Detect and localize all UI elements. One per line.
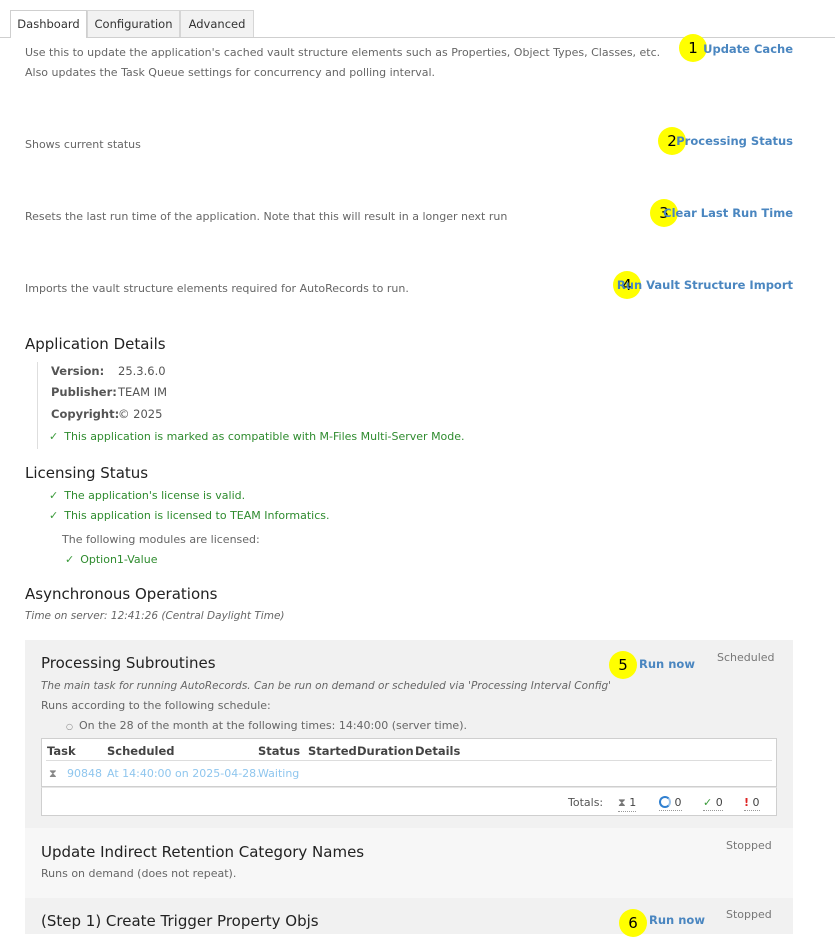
run-now-link[interactable]: Run now (649, 913, 705, 927)
operation-description: The main task for running AutoRecords. C… (41, 680, 612, 692)
failed-count[interactable]: ! 0 (744, 796, 760, 811)
completed-count-value: 0 (715, 796, 723, 809)
tab-advanced[interactable]: Advanced (180, 10, 254, 37)
module-name: Option1-Value (80, 553, 158, 566)
column-header-started[interactable]: Started (308, 744, 357, 758)
update-cache-description: Use this to update the application's cac… (25, 46, 661, 59)
task-id[interactable]: 90848 (67, 767, 102, 780)
bullet-icon: ○ (66, 722, 73, 731)
task-scheduled: At 14:40:00 on 2025-04-28. (107, 767, 260, 780)
spinner-icon (659, 796, 671, 808)
schedule-intro: Runs according to the following schedule… (41, 699, 271, 712)
column-header-details[interactable]: Details (415, 744, 460, 758)
check-icon: ✓ (703, 796, 713, 809)
totals-label: Totals: (568, 796, 604, 809)
update-cache-link[interactable]: Update Cache (703, 42, 793, 56)
compat-text: This application is marked as compatible… (64, 430, 465, 443)
operation-title: Update Indirect Retention Category Names (41, 843, 365, 861)
task-status: Waiting (258, 767, 300, 780)
license-valid-status: ✓ The application's license is valid. (49, 489, 245, 502)
tab-divider (0, 37, 835, 38)
licensed-to-text: This application is licensed to TEAM Inf… (64, 509, 330, 522)
waiting-count[interactable]: ⧗ 1 (618, 796, 637, 812)
modules-intro: The following modules are licensed: (62, 533, 260, 546)
column-header-status[interactable]: Status (258, 744, 300, 758)
copyright-label: Copyright: (51, 407, 120, 421)
failed-count-value: 0 (752, 796, 760, 809)
check-icon: ✓ (49, 430, 59, 443)
clear-last-run-description: Resets the last run time of the applicat… (25, 210, 508, 223)
waiting-count-value: 1 (629, 796, 637, 809)
operation-description: Runs on demand (does not repeat). (41, 867, 237, 880)
operation-title: Processing Subroutines (41, 654, 216, 672)
module-item: ✓ Option1-Value (65, 553, 157, 566)
publisher-value: TEAM IM (118, 385, 168, 399)
license-valid-text: The application's license is valid. (64, 489, 246, 502)
column-header-duration[interactable]: Duration (357, 744, 414, 758)
publisher-label: Publisher: (51, 385, 117, 399)
check-icon: ✓ (49, 489, 59, 502)
licensing-status-heading: Licensing Status (25, 464, 149, 482)
running-count-value: 0 (674, 796, 682, 809)
check-icon: ✓ (49, 509, 59, 522)
running-count[interactable]: 0 (659, 796, 682, 811)
annotation-badge-6: 6 (619, 909, 647, 937)
copyright-value: © 2025 (118, 407, 163, 421)
exclamation-icon: ! (744, 796, 750, 809)
table-header-divider (46, 760, 772, 761)
operation-title: (Step 1) Create Trigger Property Objs (41, 912, 319, 930)
update-cache-description-2: Also updates the Task Queue settings for… (25, 66, 436, 79)
server-time: Time on server: 12:41:26 (Central Daylig… (25, 610, 285, 622)
operation-state: Scheduled (717, 651, 775, 664)
details-divider (37, 362, 38, 449)
async-operations-heading: Asynchronous Operations (25, 585, 218, 603)
tab-configuration[interactable]: Configuration (87, 10, 180, 37)
run-vault-structure-import-link[interactable]: Run Vault Structure Import (617, 278, 793, 292)
column-header-task[interactable]: Task (47, 744, 76, 758)
run-now-link[interactable]: Run now (639, 657, 695, 671)
tab-dashboard[interactable]: Dashboard (10, 10, 87, 38)
schedule-item: ○ On the 28 of the month at the following… (66, 719, 467, 732)
processing-status-description: Shows current status (25, 138, 141, 151)
processing-status-link[interactable]: Processing Status (676, 134, 793, 148)
version-value: 25.3.6.0 (118, 364, 166, 378)
tab-bar: Dashboard Configuration Advanced (0, 0, 835, 38)
operation-panel-update-indirect (25, 828, 793, 898)
totals-bar: Totals: ⧗ 1 0 ✓ 0 ! 0 (41, 787, 777, 816)
annotation-badge-5: 5 (609, 651, 637, 679)
compat-status: ✓ This application is marked as compatibl… (49, 430, 465, 443)
hourglass-icon: ⧗ (618, 796, 626, 809)
schedule-item-text: On the 28 of the month at the following … (78, 719, 467, 732)
completed-count[interactable]: ✓ 0 (703, 796, 723, 811)
licensed-to-status: ✓ This application is licensed to TEAM In… (49, 509, 330, 522)
application-details-heading: Application Details (25, 335, 166, 353)
column-header-scheduled[interactable]: Scheduled (107, 744, 174, 758)
operation-state: Stopped (726, 908, 772, 921)
clear-last-run-time-link[interactable]: Clear Last Run Time (663, 206, 793, 220)
operation-state: Stopped (726, 839, 772, 852)
task-table: Task Scheduled Status Started Duration D… (41, 738, 777, 787)
check-icon: ✓ (65, 553, 75, 566)
hourglass-icon: ⧗ (49, 767, 57, 780)
vault-import-description: Imports the vault structure elements req… (25, 282, 409, 295)
version-label: Version: (51, 364, 105, 378)
